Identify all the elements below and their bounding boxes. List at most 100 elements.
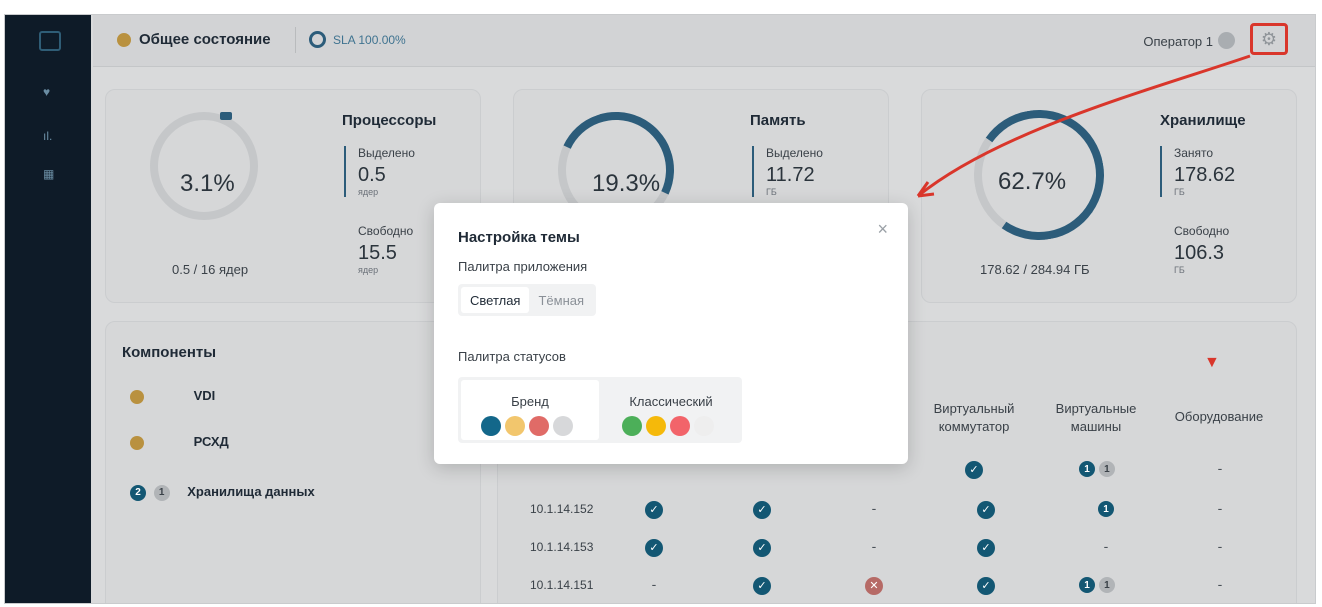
dark-theme-option[interactable]: Тёмная: [529, 287, 593, 313]
cpu-allocated-value: 0.5: [358, 164, 386, 186]
error-icon: ✕: [865, 577, 883, 595]
heart-monitor-icon[interactable]: ♥: [43, 85, 50, 99]
status-cell: ✓: [644, 500, 664, 519]
column-header[interactable]: Виртуальный коммутатор: [924, 400, 1024, 436]
status-cell: ✓: [976, 500, 996, 519]
column-header[interactable]: Виртуальные машины: [1046, 400, 1146, 436]
storage-used-label: Занято: [1174, 146, 1214, 160]
component-label: Хранилища данных: [187, 484, 315, 499]
theme-settings-dialog: Настройка темы × Палитра приложения Свет…: [434, 203, 908, 464]
column-header[interactable]: Оборудование: [1164, 408, 1274, 426]
status-palette-switch: Бренд Классический: [458, 377, 742, 443]
count-badge: 1: [153, 484, 170, 501]
cpu-free-value: 15.5: [358, 242, 397, 264]
swatch: [553, 416, 573, 436]
swatch: [481, 416, 501, 436]
classic-palette-option[interactable]: Классический: [602, 380, 740, 440]
close-icon[interactable]: ×: [877, 219, 888, 240]
cpu-allocated-label: Выделено: [358, 146, 415, 160]
swatch: [646, 416, 666, 436]
calendar-icon[interactable]: ▦: [43, 167, 54, 181]
component-row[interactable]: РСХД: [130, 434, 229, 450]
sidebar: ♥ ıl. ▦: [5, 15, 91, 603]
status-cell: -: [651, 576, 657, 592]
memory-allocated: Выделено 11.72 ГБ: [752, 146, 823, 197]
warning-status-icon: [130, 435, 144, 450]
cpu-allocated: Выделено 0.5 ядер: [344, 146, 415, 197]
swatch: [505, 416, 525, 436]
cpu-summary: 0.5 / 16 ядер: [172, 262, 249, 277]
component-label: РСХД: [193, 434, 229, 449]
count-badge: 1: [1098, 577, 1115, 594]
row-ip[interactable]: 10.1.14.152: [530, 502, 593, 516]
count-badge: 2: [130, 484, 146, 501]
chevron-down-icon[interactable]: ▼: [1204, 354, 1220, 372]
count-badge: 1: [1098, 501, 1114, 518]
status-cell: -: [871, 538, 877, 554]
swatch: [529, 416, 549, 436]
count-badge: 1: [1098, 461, 1115, 478]
status-cell: ✓: [644, 538, 664, 557]
page-title: Общее состояние: [139, 31, 271, 48]
user-name[interactable]: Оператор 1: [1143, 34, 1213, 49]
storage-free-unit: ГБ: [1174, 265, 1185, 275]
storage-used-value: 178.62: [1174, 164, 1236, 186]
storage-free-value: 106.3: [1174, 242, 1225, 264]
row-ip[interactable]: 10.1.14.151: [530, 578, 593, 592]
cpu-donut-arc: [220, 112, 232, 120]
cpu-allocated-unit: ядер: [358, 187, 379, 197]
gear-icon: ⚙: [1260, 28, 1278, 49]
status-indicator-icon: [117, 33, 131, 47]
check-icon: ✓: [977, 539, 995, 557]
cpu-free: Свободно 15.5 ядер: [344, 224, 413, 275]
user-avatar-icon[interactable]: [1218, 32, 1235, 49]
status-cell: ✓: [964, 460, 984, 479]
app-palette-switch: Светлая Тёмная: [458, 284, 597, 316]
divider: [295, 27, 296, 53]
row-ip[interactable]: 10.1.14.153: [530, 540, 593, 554]
palette-name: Классический: [629, 394, 713, 409]
storage-title: Хранилище: [1160, 112, 1246, 129]
storage-used: Занято 178.62 ГБ: [1160, 146, 1235, 197]
memory-allocated-unit: ГБ: [766, 187, 777, 197]
memory-title: Память: [750, 112, 806, 129]
check-icon: ✓: [645, 501, 663, 519]
storage-free: Свободно 106.3 ГБ: [1160, 224, 1229, 275]
hardware-cell: -: [1217, 538, 1223, 554]
storage-card: 62.7% 178.62 / 284.94 ГБ Хранилище Занят…: [921, 89, 1297, 303]
hardware-cell: -: [1217, 460, 1223, 476]
light-theme-option[interactable]: Светлая: [461, 287, 530, 313]
status-cell: ✓: [752, 576, 772, 595]
brand-palette-option[interactable]: Бренд: [461, 380, 599, 440]
settings-button[interactable]: ⚙: [1250, 23, 1288, 55]
swatch: [622, 416, 642, 436]
palette-name: Бренд: [511, 394, 549, 409]
cpu-donut: [150, 112, 258, 220]
component-row[interactable]: 2 1 Хранилища данных: [130, 484, 315, 501]
cpu-title: Процессоры: [342, 112, 437, 129]
storage-percent: 62.7%: [998, 168, 1067, 195]
cpu-percent: 3.1%: [180, 170, 235, 197]
vm-cell: -: [1103, 538, 1109, 554]
topbar: Общее состояние SLA 100.00% Оператор 1 ⚙: [93, 15, 1315, 67]
swatch: [670, 416, 690, 436]
status-cell: ✕: [864, 576, 884, 595]
component-label: VDI: [193, 388, 216, 403]
vm-cell: 1: [1096, 500, 1116, 518]
vm-cell: 1 1: [1072, 576, 1122, 594]
cpu-card: 3.1% 0.5 / 16 ядер Процессоры Выделено 0…: [105, 89, 481, 303]
components-title: Компоненты: [122, 344, 217, 361]
sla-ring-icon: [309, 31, 326, 48]
app-palette-label: Палитра приложения: [458, 259, 588, 274]
check-icon: ✓: [645, 539, 663, 557]
component-row[interactable]: VDI: [130, 388, 215, 404]
status-cell: ✓: [976, 538, 996, 557]
check-icon: ✓: [753, 539, 771, 557]
count-badge: 1: [1079, 577, 1096, 594]
check-icon: ✓: [977, 577, 995, 595]
status-palette-label: Палитра статусов: [458, 349, 566, 364]
bar-chart-icon[interactable]: ıl.: [43, 129, 52, 143]
swatches: [481, 416, 573, 436]
check-icon: ✓: [753, 577, 771, 595]
vm-cell: 1 1: [1072, 460, 1122, 478]
